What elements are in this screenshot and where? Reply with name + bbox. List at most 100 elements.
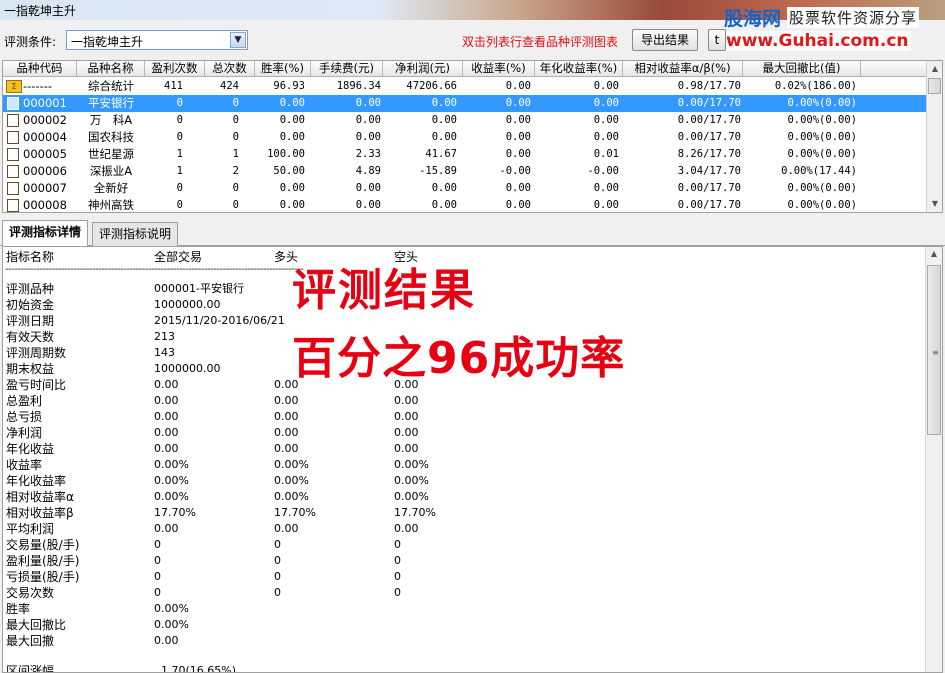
table-cell-fee: 2.33 xyxy=(355,148,381,160)
table-row[interactable]: Σ ------- 综合统计 411 424 96.93 1896.34 47206.66 0.… xyxy=(3,78,927,95)
column-header[interactable]: 盈利次数 xyxy=(145,61,205,77)
detail-item-long-value: 0 xyxy=(274,570,281,583)
table-cell-net-profit: 0.00 xyxy=(431,97,457,109)
detail-item-all-value: 0 xyxy=(154,538,161,551)
detail-item-label: 总盈利 xyxy=(6,394,43,408)
column-header[interactable]: 总次数 xyxy=(205,61,255,77)
table-cell-fee: 4.89 xyxy=(355,165,381,177)
table-cell-annual: 0.00 xyxy=(593,80,619,92)
table-row[interactable]: 000006 深振业A 1 2 50.00 4.89 -15.89 -0.00 -0.00 3.0… xyxy=(3,163,927,180)
detail-item-all-value: 213 xyxy=(154,330,175,343)
doc-icon xyxy=(7,114,19,127)
table-cell-profit-count: 0 xyxy=(176,97,183,109)
detail-header-all: 全部交易 xyxy=(154,250,203,264)
detail-item-all-value: 0 xyxy=(154,586,161,599)
doc-icon xyxy=(7,199,19,212)
table-cell-fee: 1896.34 xyxy=(336,80,381,92)
column-header[interactable]: 胜率(%) xyxy=(255,61,311,77)
detail-item-all-value: 000001-平安银行 xyxy=(154,282,244,295)
table-cell-fee: 0.00 xyxy=(355,199,381,211)
table-scrollbar[interactable]: ▲ ▼ xyxy=(926,61,942,212)
table-row[interactable]: 000007 全新好 0 0 0.00 0.00 0.00 0.00 0.00 0.00/17.7… xyxy=(3,180,927,197)
table-cell-relative: 0.00/17.70 xyxy=(677,97,741,109)
detail-cut-label: 区间涨幅 xyxy=(6,664,55,673)
detail-item-all-value: 1000000.00 xyxy=(154,362,221,375)
overlay-title: 评测结果 xyxy=(292,265,476,316)
table-cell-return: 0.00 xyxy=(505,114,531,126)
toolbar: 评测条件: 一指乾坤主升 ▼ 双击列表行查看品种评测图表 导出结果 t xyxy=(0,22,945,58)
detail-item-long-value: 0.00 xyxy=(274,410,299,423)
column-header[interactable]: 品种代码 xyxy=(3,61,77,77)
detail-item-short-value: 0.00% xyxy=(394,458,429,471)
table-cell-total: 424 xyxy=(220,80,239,92)
table-row[interactable]: 000001 平安银行 0 0 0.00 0.00 0.00 0.00 0.00 0.00/17.… xyxy=(3,95,927,112)
table-cell-name: 全新好 xyxy=(93,181,129,195)
table-cell-net-profit: 41.67 xyxy=(425,148,457,160)
table-cell-win-rate: 96.93 xyxy=(273,80,305,92)
detail-item-label: 年化收益 xyxy=(6,442,55,456)
detail-item-long-value: 0 xyxy=(274,586,281,599)
table-cell-code: 000004 xyxy=(23,130,67,144)
table-cell-profit-count: 0 xyxy=(176,114,183,126)
export-button[interactable]: 导出结果 xyxy=(632,29,698,51)
column-header[interactable]: 相对收益率α/β(%) xyxy=(623,61,743,77)
scroll-thumb[interactable]: ≡ xyxy=(927,265,941,435)
table-cell-total: 2 xyxy=(232,165,239,177)
table-cell-profit-count: 1 xyxy=(176,148,183,160)
detail-item-short-value: 0 xyxy=(394,538,401,551)
table-cell-max-dd: 0.00%(0.00) xyxy=(787,97,857,109)
column-header[interactable]: 最大回撤比(值) xyxy=(743,61,861,77)
detail-item-short-value: 17.70% xyxy=(394,506,436,519)
detail-item-all-value: 0.00% xyxy=(154,618,189,631)
detail-item-short-value: 0.00 xyxy=(394,426,419,439)
table-cell-return: 0.00 xyxy=(505,199,531,211)
column-header[interactable]: 收益率(%) xyxy=(463,61,535,77)
column-header[interactable]: 手续费(元) xyxy=(311,61,383,77)
detail-item-label: 期末权益 xyxy=(6,362,55,376)
detail-item-all-value: 0.00% xyxy=(154,474,189,487)
table-cell-annual: 0.00 xyxy=(593,97,619,109)
column-header[interactable]: 品种名称 xyxy=(77,61,145,77)
detail-item-long-value: 0.00% xyxy=(274,490,309,503)
table-cell-max-dd: 0.00%(0.00) xyxy=(787,148,857,160)
table-cell-win-rate: 100.00 xyxy=(267,148,305,160)
detail-item-label: 净利润 xyxy=(6,426,43,440)
column-header[interactable]: 年化收益率(%) xyxy=(535,61,623,77)
tab-explanation[interactable]: 评测指标说明 xyxy=(92,222,179,246)
table-cell-max-dd: 0.00%(17.44) xyxy=(781,165,857,177)
table-cell-name: 国农科技 xyxy=(88,130,134,144)
condition-select[interactable]: 一指乾坤主升 ▼ xyxy=(66,30,248,50)
window-title: 一指乾坤主升 xyxy=(4,4,77,18)
table-cell-name: 神州高铁 xyxy=(88,198,134,212)
scroll-thumb[interactable] xyxy=(928,78,941,94)
scroll-down-icon[interactable]: ▼ xyxy=(927,196,942,212)
column-header[interactable]: 净利润(元) xyxy=(383,61,463,77)
table-row[interactable]: 000002 万 科A 0 0 0.00 0.00 0.00 0.00 0.00 0.00/17.… xyxy=(3,112,927,129)
detail-item-all-value: 0 xyxy=(154,570,161,583)
chevron-down-icon[interactable]: ▼ xyxy=(230,32,246,48)
detail-item-label: 评测日期 xyxy=(6,314,55,328)
table-cell-relative: 3.04/17.70 xyxy=(677,165,741,177)
scroll-up-icon[interactable]: ▲ xyxy=(927,61,942,77)
table-cell-profit-count: 1 xyxy=(176,165,183,177)
detail-item-all-value: 0 xyxy=(154,554,161,567)
detail-item-long-value: 0.00 xyxy=(274,394,299,407)
table-cell-name: 综合统计 xyxy=(88,79,134,93)
scroll-up-icon[interactable]: ▲ xyxy=(926,249,942,258)
detail-item-short-value: 0.00 xyxy=(394,522,419,535)
detail-tabs: 评测指标详情 评测指标说明 xyxy=(0,220,945,247)
tab-detail[interactable]: 评测指标详情 xyxy=(2,220,89,247)
detail-item-short-value: 0.00 xyxy=(394,410,419,423)
table-row[interactable]: 000005 世纪星源 1 1 100.00 2.33 41.67 0.00 0.01 8.26/… xyxy=(3,146,927,163)
detail-cut-value: 1.70(16.65%) xyxy=(161,664,237,673)
table-cell-win-rate: 0.00 xyxy=(279,131,305,143)
table-row[interactable]: 000004 国农科技 0 0 0.00 0.00 0.00 0.00 0.00 0.00/17.… xyxy=(3,129,927,146)
doc-icon xyxy=(7,131,19,144)
table-cell-annual: 0.01 xyxy=(593,148,619,160)
more-button[interactable]: t xyxy=(708,29,726,51)
table-cell-profit-count: 411 xyxy=(164,80,183,92)
table-cell-name: 世纪星源 xyxy=(88,147,134,161)
detail-item-label: 亏损量(股/手) xyxy=(6,570,80,584)
detail-scrollbar[interactable]: ▲ ≡ xyxy=(925,247,942,672)
table-row[interactable]: 000008 神州高铁 0 0 0.00 0.00 0.00 0.00 0.00 0.00/17.… xyxy=(3,197,927,212)
